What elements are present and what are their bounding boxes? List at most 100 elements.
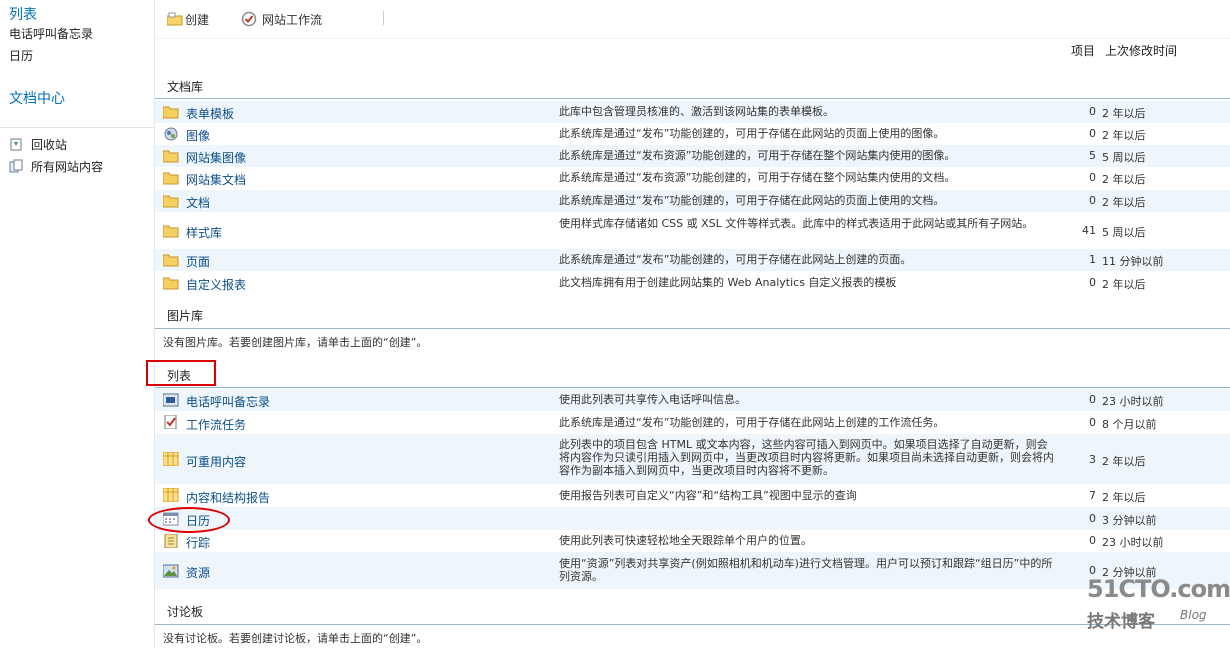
row-count: 0 [1089, 194, 1096, 207]
row-description: 此系统库是通过“发布”功能创建的，可用于存储在此网站上创建的页面。 [559, 253, 912, 266]
empty-message: 没有图片库。若要创建图片库，请单击上面的“创建”。 [163, 336, 428, 349]
row-description: 此系统库是通过“发布资源”功能创建的，可用于存储在整个网站集内使用的文档。 [559, 171, 956, 184]
library-link[interactable]: 网站集文档 [186, 171, 246, 188]
row-description: 此系统库是通过“发布”功能创建的，可用于存储在此网站上创建的工作流任务。 [559, 416, 945, 429]
nav-all-site-content[interactable]: 所有网站内容 [9, 157, 103, 175]
create-label: 创建 [185, 12, 210, 27]
library-link[interactable]: 自定义报表 [186, 276, 246, 293]
nav-divider [0, 127, 154, 128]
list-link[interactable]: 工作流任务 [186, 416, 246, 433]
library-link[interactable]: 表单模板 [186, 105, 234, 122]
table-row: 日历 0 3 分钟以前 [155, 507, 1230, 530]
table-row: 网站集文档 此系统库是通过“发布资源”功能创建的，可用于存储在整个网站集内使用的… [155, 167, 1230, 190]
table-row: 内容和结构报告 使用报告列表可自定义“内容”和“结构工具”视图中显示的查询 7 … [155, 484, 1230, 507]
site-content-icon [9, 159, 23, 173]
row-count: 0 [1089, 276, 1096, 289]
table-row: 资源 使用“资源”列表对共享资产(例如照相机和机动车)进行文档管理。用户可以预订… [155, 552, 1230, 589]
row-description: 使用报告列表可自定义“内容”和“结构工具”视图中显示的查询 [559, 489, 857, 502]
nav-recycle-bin-label: 回收站 [31, 137, 68, 152]
watermark: 51CTO.com 技术博客 Blog [1087, 575, 1230, 632]
workflow-icon [241, 11, 257, 27]
folder-icon [162, 253, 179, 267]
table-row: 自定义报表 此文档库拥有用于创建此网站集的 Web Analytics 自定义报… [155, 271, 1230, 294]
row-count: 0 [1089, 534, 1096, 547]
site-workflow-label: 网站工作流 [262, 12, 323, 27]
row-description: 此列表中的项目包含 HTML 或文本内容，这些内容可插入到网页中。如果项目选择了… [559, 438, 1054, 477]
library-link[interactable]: 网站集图像 [186, 149, 246, 166]
nav-recycle-bin[interactable]: 回收站 [9, 135, 67, 153]
list-grid-icon [162, 451, 179, 467]
row-count: 1 [1089, 253, 1096, 266]
row-count: 0 [1089, 127, 1096, 140]
watermark-sub: 技术博客 [1087, 612, 1155, 632]
row-modified: 2 年以后 [1102, 129, 1146, 142]
phone-memo-icon [162, 393, 179, 407]
whereabouts-icon [163, 533, 179, 549]
toolbar: 创建 网站工作流 [155, 0, 1230, 39]
row-modified: 2 年以后 [1102, 278, 1146, 291]
annotation-box [146, 360, 216, 386]
create-button[interactable]: 创建 [166, 10, 210, 28]
row-count: 41 [1082, 224, 1096, 237]
site-workflow-button[interactable]: 网站工作流 [241, 10, 322, 28]
row-modified: 2 年以后 [1102, 455, 1146, 468]
row-description: 此系统库是通过“发布”功能创建的，可用于存储在此网站的页面上使用的图像。 [559, 127, 945, 140]
row-modified: 2 年以后 [1102, 491, 1146, 504]
row-description: 使用样式库存储诸如 CSS 或 XSL 文件等样式表。此库中的样式表适用于此网站… [559, 217, 1034, 230]
empty-message: 没有讨论板。若要创建讨论板，请单击上面的“创建”。 [163, 632, 428, 645]
left-navigation: 列表 电话呼叫备忘录 日历 文档中心 回收站 所有网站内容 [0, 0, 155, 648]
list-link[interactable]: 行踪 [186, 534, 210, 551]
list-link[interactable]: 可重用内容 [186, 453, 246, 470]
list-grid-icon [162, 487, 179, 503]
folder-icon [162, 276, 179, 290]
resource-icon [162, 564, 179, 578]
row-count: 3 [1089, 453, 1096, 466]
list-link[interactable]: 资源 [186, 564, 210, 581]
row-modified: 3 分钟以前 [1102, 514, 1157, 527]
nav-item-calendar[interactable]: 日历 [9, 47, 33, 64]
library-link[interactable]: 图像 [186, 127, 210, 144]
row-description: 使用此列表可共享传入电话呼叫信息。 [559, 393, 746, 406]
row-description: 使用此列表可快速轻松地全天跟踪单个用户的位置。 [559, 534, 812, 547]
list-link[interactable]: 电话呼叫备忘录 [186, 393, 270, 410]
toolbar-divider [383, 11, 384, 25]
row-modified: 23 小时以前 [1102, 395, 1164, 408]
row-modified: 5 周以后 [1102, 226, 1146, 239]
recycle-bin-icon [9, 137, 23, 151]
table-row: 行踪 使用此列表可快速轻松地全天跟踪单个用户的位置。 0 23 小时以前 [155, 530, 1230, 552]
folder-icon [162, 149, 179, 163]
nav-item-phone-memo[interactable]: 电话呼叫备忘录 [9, 25, 93, 42]
row-description: 此文档库拥有用于创建此网站集的 Web Analytics 自定义报表的模板 [559, 276, 897, 289]
row-count: 7 [1089, 489, 1096, 502]
folder-icon [162, 224, 179, 238]
task-icon [163, 414, 179, 430]
column-header-modified[interactable]: 上次修改时间 [1105, 42, 1177, 59]
table-row: 文档 此系统库是通过“发布”功能创建的，可用于存储在此网站的页面上使用的文档。 … [155, 190, 1230, 212]
list-link[interactable]: 内容和结构报告 [186, 489, 270, 506]
create-icon [166, 12, 183, 26]
table-row: 样式库 使用样式库存储诸如 CSS 或 XSL 文件等样式表。此库中的样式表适用… [155, 212, 1230, 249]
library-link[interactable]: 页面 [186, 253, 210, 270]
nav-all-site-content-label: 所有网站内容 [31, 159, 104, 174]
section-title-doclib: 文档库 [167, 80, 204, 94]
row-count: 0 [1089, 512, 1096, 525]
library-link[interactable]: 样式库 [186, 224, 222, 241]
watermark-site: 51CTO.com [1087, 575, 1230, 603]
image-library-icon [163, 127, 179, 141]
row-modified: 8 个月以前 [1102, 418, 1157, 431]
nav-doc-center[interactable]: 文档中心 [9, 88, 65, 108]
table-row: 电话呼叫备忘录 使用此列表可共享传入电话呼叫信息。 0 23 小时以前 [155, 389, 1230, 411]
library-link[interactable]: 文档 [186, 194, 210, 211]
row-modified: 5 周以后 [1102, 151, 1146, 164]
row-modified: 11 分钟以前 [1102, 255, 1164, 268]
column-header-items[interactable]: 项目 [1071, 42, 1095, 59]
row-count: 0 [1089, 393, 1096, 406]
nav-lists-heading[interactable]: 列表 [9, 4, 37, 24]
row-count: 0 [1089, 416, 1096, 429]
section-divider [155, 98, 1230, 99]
row-count: 0 [1089, 105, 1096, 118]
table-row: 可重用内容 此列表中的项目包含 HTML 或文本内容，这些内容可插入到网页中。如… [155, 434, 1230, 484]
section-divider [155, 387, 1230, 388]
folder-icon [162, 105, 179, 119]
row-description: 此系统库是通过“发布”功能创建的，可用于存储在此网站的页面上使用的文档。 [559, 194, 945, 207]
